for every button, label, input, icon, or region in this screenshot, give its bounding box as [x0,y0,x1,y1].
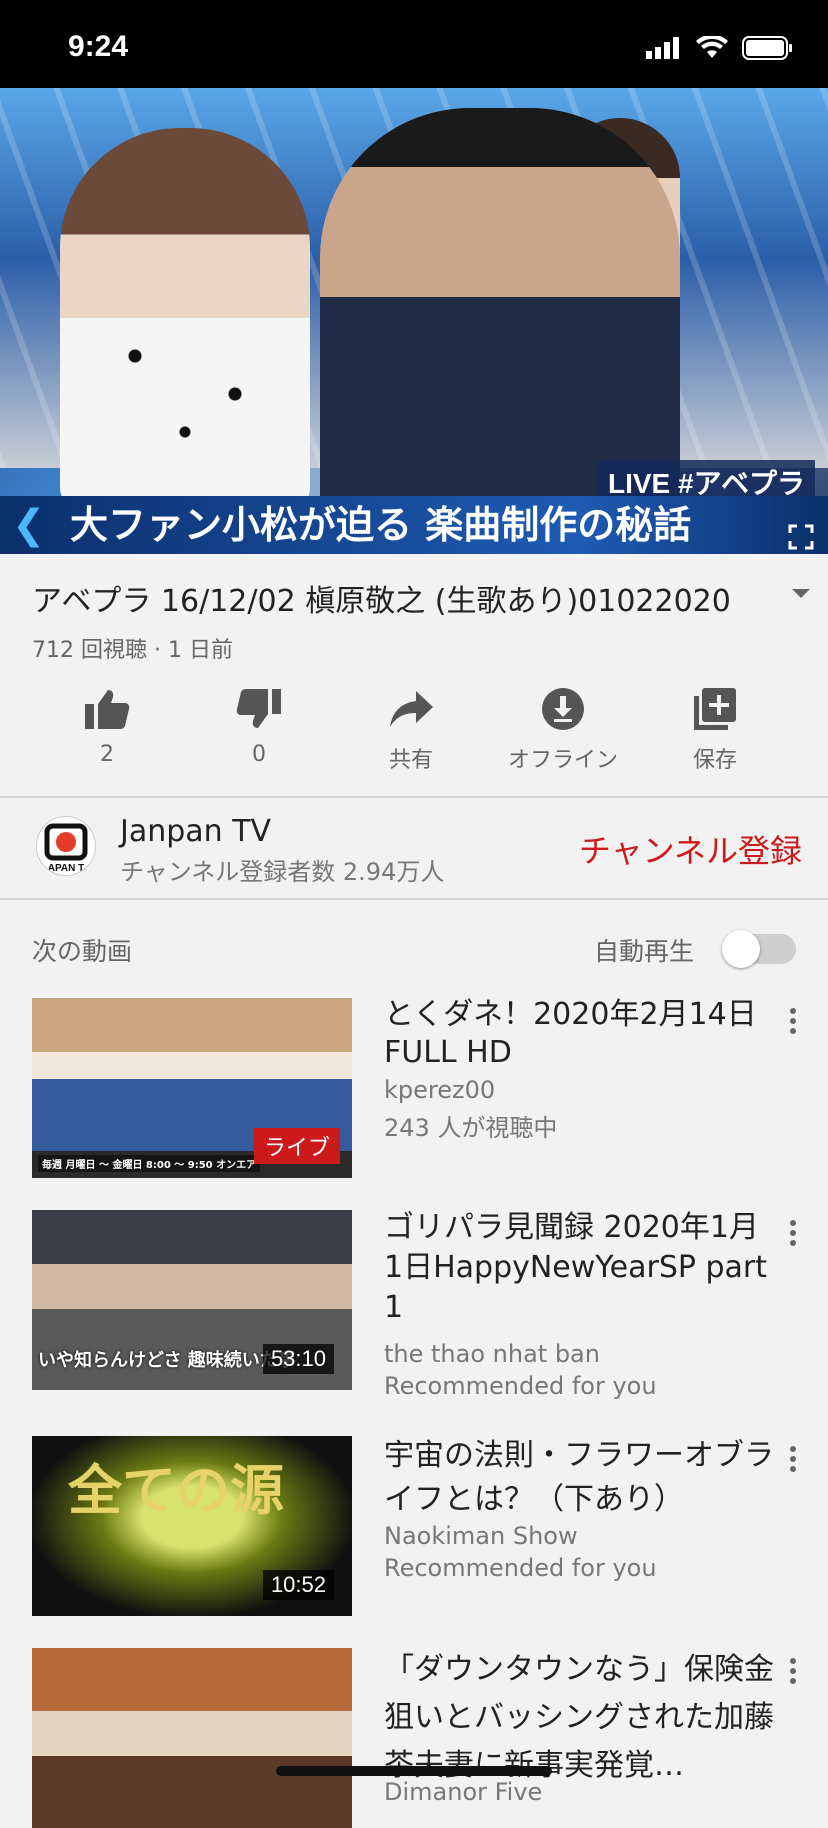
more-vert-icon[interactable] [790,1658,796,1688]
video-duration: 53:10 [262,1344,334,1374]
download-button[interactable]: オフライン [487,686,639,780]
battery-icon [742,36,794,64]
chevron-down-icon[interactable] [790,586,812,605]
video-item-recommendation: Recommended for you [384,1554,657,1582]
video-item-title: とくダネ！2020年2月14日 FULL HD [384,997,757,1070]
download-label: オフライン [507,748,618,773]
save-button[interactable]: 保存 [639,686,791,780]
cellular-signal-icon [646,37,682,63]
chevron-left-icon: ❮ [12,502,46,548]
thumbs-up-icon [31,686,183,732]
thumbnail-text: 毎週 月曜日 〜 金曜日 8:00 〜 9:50 オンエア [38,1155,261,1172]
video-item-channel: Naokiman Show [384,1522,578,1550]
thumbs-down-icon [183,686,335,732]
channel-avatar-text: APAN T [48,863,84,874]
divider [0,898,828,900]
home-indicator[interactable] [276,1766,552,1776]
more-vert-icon[interactable] [790,1220,796,1250]
share-button[interactable]: 共有 [335,686,487,780]
video-actions: 2 0 共有 オフライン 保存 [0,686,828,780]
video-player[interactable]: LIVE #アベプラ ❮ 大ファン小松が迫る 楽曲制作の秘話 [0,88,828,554]
channel-row[interactable]: APAN T Janpan TV チャンネル登録者数 2.94万人 チャンネル登… [0,800,828,898]
video-thumbnail[interactable]: いや知らんけどさ 趣味続いた事 53:10 [32,1210,352,1390]
status-icons [646,34,794,64]
video-item-channel: kperez00 [384,1076,496,1104]
video-meta: 712 回視聴 · 1 日前 [32,638,233,663]
like-count: 2 [100,742,114,767]
wifi-icon [696,34,728,64]
save-label: 保存 [692,748,737,773]
channel-avatar[interactable]: APAN T [36,816,96,876]
like-button[interactable]: 2 [31,686,183,780]
status-time: 9:24 [68,30,129,63]
video-thumbnail[interactable]: 毎週 月曜日 〜 金曜日 8:00 〜 9:50 オンエア ライブ [32,998,352,1178]
channel-subscriber-count: チャンネル登録者数 2.94万人 [120,858,445,886]
video-item-title: ゴリパラ見聞録 2020年1月1日HappyNewYearSP part 1 [384,1210,768,1325]
video-title: アベプラ 16/12/02 槇原敬之 (生歌あり)01022020 [32,584,731,619]
video-item-recommendation: Recommended for you [384,1372,657,1400]
divider [0,796,828,798]
live-badge: ライブ [253,1128,340,1164]
channel-name[interactable]: Janpan TV [120,814,271,849]
video-duration: 10:52 [262,1570,334,1600]
dislike-count: 0 [252,742,266,767]
video-caption: 大ファン小松が迫る 楽曲制作の秘話 [70,503,692,547]
fullscreen-icon[interactable] [788,524,814,554]
autoplay-label: 自動再生 [594,937,695,966]
more-vert-icon[interactable] [790,1446,796,1476]
autoplay-toggle-knob [722,930,760,968]
video-thumbnail[interactable]: 全ての源 10:52 [32,1436,352,1616]
dislike-button[interactable]: 0 [183,686,335,780]
up-next-label: 次の動画 [32,937,133,966]
video-title-row[interactable]: アベプラ 16/12/02 槇原敬之 (生歌あり)01022020 [32,576,810,620]
video-item-channel: the thao nhat ban [384,1340,600,1368]
thumbnail-text: いや知らんけどさ 趣味続いた事 [38,1350,296,1371]
video-item-title: 宇宙の法則・フラワーオブライフとは？（下あり） [384,1438,774,1517]
thumbnail-text: 全ての源 [68,1458,284,1522]
status-bar: 9:24 [0,0,828,88]
video-caption-bar: ❮ 大ファン小松が迫る 楽曲制作の秘話 [0,496,828,554]
autoplay-toggle[interactable] [722,930,796,968]
download-icon [487,686,639,732]
video-thumbnail[interactable] [32,1648,352,1828]
video-item-viewers: 243 人が視聴中 [384,1114,558,1142]
share-icon [335,686,487,732]
video-item-channel: Dimanor Five [384,1778,543,1806]
share-label: 共有 [388,748,433,773]
subscribe-button[interactable]: チャンネル登録 [579,826,802,872]
more-vert-icon[interactable] [790,1008,796,1038]
save-playlist-icon [639,686,791,732]
video-person-left [60,128,310,508]
